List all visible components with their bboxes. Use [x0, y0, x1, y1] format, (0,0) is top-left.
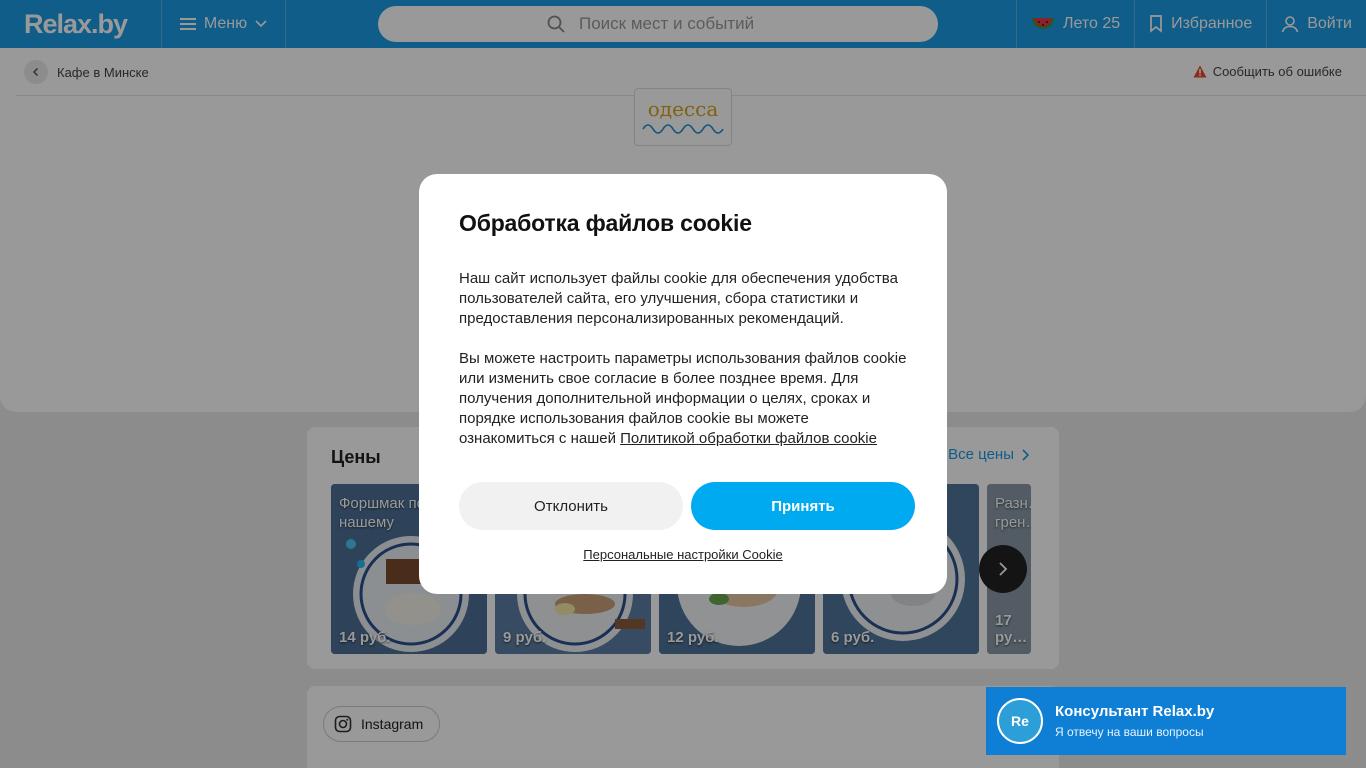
- consultant-avatar: Re: [997, 698, 1043, 744]
- cookie-paragraph-1: Наш сайт использует файлы cookie для обе…: [459, 270, 898, 327]
- consultant-subtitle: Я отвечу на ваши вопросы: [1055, 725, 1204, 739]
- decline-button[interactable]: Отклонить: [459, 482, 683, 530]
- cookie-consent-dialog: Обработка файлов cookie Наш сайт использ…: [419, 174, 947, 594]
- accept-button[interactable]: Принять: [691, 482, 915, 530]
- cookie-paragraph-2: Вы можете настроить параметры использова…: [459, 349, 907, 449]
- cookie-dialog-title: Обработка файлов cookie: [459, 210, 752, 236]
- personal-cookie-settings-link[interactable]: Персональные настройки Cookie: [419, 547, 947, 562]
- consultant-title: Консультант Relax.by: [1055, 703, 1215, 720]
- consultant-text: Консультант Relax.by Я отвечу на ваши во…: [1055, 703, 1214, 739]
- cookie-policy-link[interactable]: Политикой обработки файлов cookie: [620, 430, 877, 447]
- consultant-chat-widget[interactable]: Re Консультант Relax.by Я отвечу на ваши…: [986, 687, 1346, 755]
- cookie-buttons: Отклонить Принять: [459, 482, 915, 530]
